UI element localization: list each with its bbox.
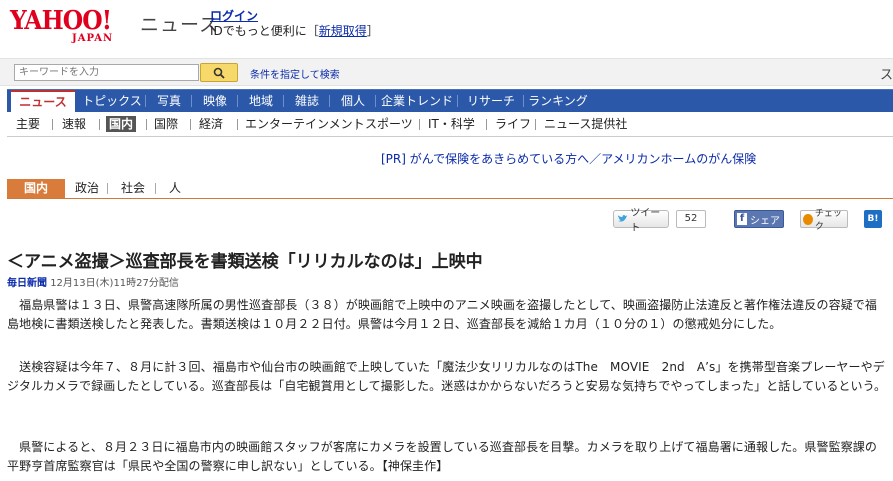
twitter-bird-icon [617, 215, 628, 222]
sub-nav-divider [99, 119, 100, 130]
logo-sub: JAPAN [72, 33, 114, 44]
article-date: 12月13日(木)11時27分配信 [50, 278, 179, 289]
main-nav: ニュース トピックス 写真 映像 地域 雑誌 個人 企業トレンド リサーチ ラン… [7, 89, 893, 112]
sub-nav: 主要 速報 国内 国際 経済 エンターテインメント スポーツ IT・科学 ライフ… [7, 113, 893, 137]
sub-nav-divider [146, 119, 147, 130]
main-nav-item-local[interactable]: 地域 [241, 90, 281, 112]
check-label: チェック [814, 209, 842, 232]
hatena-bookmark-button[interactable]: B! [864, 210, 882, 228]
sub-nav-item-sports[interactable]: スポーツ [365, 113, 413, 135]
sub-nav-divider [535, 119, 536, 130]
login-sub-text: IDでもっと便利に［新規取得］ [210, 22, 379, 39]
nav-divider [145, 95, 146, 107]
sub-nav-divider [419, 119, 420, 130]
main-nav-item-magazines[interactable]: 雑誌 [287, 90, 327, 112]
sub-nav-item-domestic[interactable]: 国内 [106, 116, 137, 132]
cut-off-text: ス [880, 68, 893, 83]
category-tab-society[interactable]: 社会 [121, 179, 145, 198]
main-nav-item-research[interactable]: リサーチ [461, 90, 521, 112]
nav-divider [237, 95, 238, 107]
category-tab-people[interactable]: 人 [169, 179, 181, 198]
main-nav-item-individuals[interactable]: 個人 [333, 90, 373, 112]
tweet-button[interactable]: ツイート [613, 208, 669, 234]
sub-nav-item-economy[interactable]: 経済 [199, 113, 223, 135]
main-nav-item-business-trends[interactable]: 企業トレンド [379, 90, 455, 112]
search-bar: 条件を指定して検索 ス [0, 58, 893, 86]
nav-divider [329, 95, 330, 107]
yahoo-japan-logo[interactable]: YAHOO! JAPAN [10, 6, 135, 46]
sub-nav-divider [237, 119, 238, 130]
article-paragraph: 福島県警は１３日、県警高速隊所属の男性巡査部長（３８）が映画館で上映中のアニメ映… [7, 298, 878, 331]
main-nav-item-news[interactable]: ニュース [11, 90, 75, 112]
sub-nav-item-life[interactable]: ライフ [495, 113, 531, 135]
article-paragraph: 県警によると、８月２３日に福島市内の映画館スタッフが客席にカメラを設置している巡… [7, 440, 878, 473]
article-meta: 毎日新聞 12月13日(木)11時27分配信 [7, 274, 179, 289]
pr-ad-link[interactable]: [PR] がんで保険をあきらめている方へ／アメリカンホームのがん保険 [381, 150, 756, 167]
sub-nav-item-main[interactable]: 主要 [16, 113, 40, 135]
sub-nav-item-providers[interactable]: ニュース提供社 [544, 113, 627, 135]
main-nav-item-ranking[interactable]: ランキング [527, 90, 589, 112]
article-paragraph: 送検容疑は今年７、８月に計３回、福島市や仙台市の映画館で上映していた「魔法少女リ… [7, 360, 887, 393]
nav-divider [191, 95, 192, 107]
tweet-count: 52 [676, 210, 706, 228]
nav-divider [283, 95, 284, 107]
category-tab-divider [155, 183, 156, 194]
nav-divider [523, 95, 524, 107]
search-button[interactable] [200, 63, 238, 82]
sub-nav-item-it-science[interactable]: IT・科学 [428, 113, 475, 135]
search-input[interactable] [14, 64, 199, 81]
register-link[interactable]: 新規取得 [319, 24, 367, 38]
login-sub-prefix: IDでもっと便利に［ [210, 24, 319, 38]
sub-nav-item-international[interactable]: 国際 [154, 113, 178, 135]
main-nav-item-photos[interactable]: 写真 [149, 90, 189, 112]
sub-nav-item-breaking[interactable]: 速報 [62, 113, 86, 135]
article-source-link[interactable]: 毎日新聞 [7, 278, 47, 289]
logo-wordmark: YAHOO! [10, 6, 112, 36]
sub-nav-divider [356, 119, 357, 130]
category-tab-politics[interactable]: 政治 [75, 179, 99, 198]
mixi-check-button[interactable]: チェック [800, 209, 848, 232]
category-tab-domestic[interactable]: 国内 [7, 179, 65, 198]
main-nav-item-video[interactable]: 映像 [195, 90, 235, 112]
sub-nav-item-entertainment[interactable]: エンターテインメント [245, 113, 365, 135]
advanced-search-link[interactable]: 条件を指定して検索 [250, 66, 340, 81]
facebook-share-button[interactable]: f シェア [734, 210, 784, 228]
main-nav-item-topics[interactable]: トピックス [81, 90, 143, 112]
login-sub-suffix: ］ [366, 24, 379, 38]
article-headline: ＜アニメ盗撮＞巡査部長を書類送検「リリカルなのは」上映中 [7, 252, 483, 272]
site-name[interactable]: ニュース [140, 10, 219, 37]
site-header: YAHOO! JAPAN ニュース ログイン IDでもっと便利に［新規取得］ [0, 0, 893, 52]
check-icon [803, 213, 813, 225]
category-tabs: 国内 政治 社会 人 [7, 179, 893, 199]
nav-divider [375, 95, 376, 107]
search-icon [213, 67, 225, 79]
tweet-label: ツイート [630, 208, 661, 234]
sub-nav-divider [486, 119, 487, 130]
sub-nav-divider [52, 119, 53, 130]
nav-divider [457, 95, 458, 107]
sub-nav-divider [190, 119, 191, 130]
facebook-share-label: シェア [750, 215, 780, 227]
facebook-icon: f [737, 213, 747, 225]
category-tab-divider [107, 183, 108, 194]
